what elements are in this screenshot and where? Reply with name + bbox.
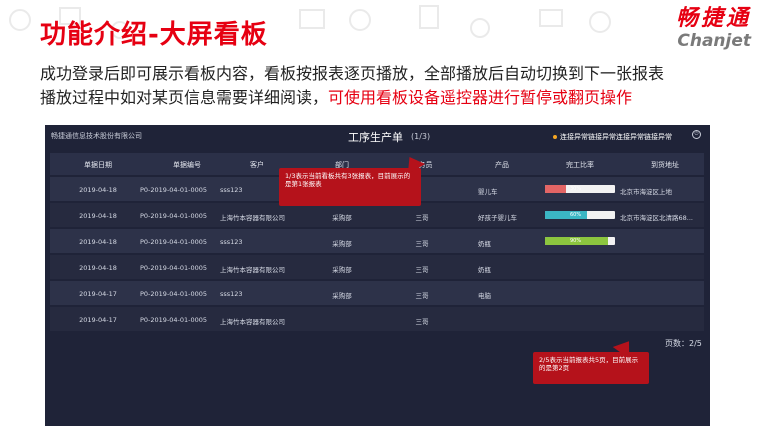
board-title: 工序生产单 [348, 131, 403, 144]
cell-code: P0-2019-04-01-0005 [140, 186, 208, 194]
progress-label: 30% [570, 186, 582, 192]
column-header: 到货地址 [651, 161, 679, 169]
completion-progress-bar: 30% [545, 185, 615, 193]
logo-english: Chanjet [677, 31, 751, 51]
completion-progress-bar: 60% [545, 211, 615, 219]
description-line-1: 成功登录后即可展示看板内容，看板按报表逐页播放，全部播放后自动切换到下一张报表 [40, 64, 665, 83]
cell-product: 电脑 [478, 292, 491, 300]
callout-report-count-text: 1/3表示当前看板共有3张报表，目前展示的是第1张报表 [285, 172, 411, 188]
cell-dept: 采购部 [332, 292, 352, 300]
cell-product: 奶瓶 [478, 240, 491, 248]
connection-alert: 连接异常链接异常连接异常链接异常 [553, 132, 672, 142]
cell-staff: 三哥 [415, 266, 429, 274]
cell-customer: 上海竹本容器有限公司 [220, 266, 285, 274]
callout-page-count-text: 2/5表示当前报表共5页，目前展示的是第2页 [539, 356, 639, 372]
board-page-indicator: (1/3) [411, 132, 431, 141]
progress-label: 90% [570, 238, 582, 244]
cell-product: 婴儿车 [478, 188, 498, 196]
table-row[interactable]: 2019-04-18 P0-2019-04-01-0005 sss123 采购部 三哥 奶… [50, 229, 704, 253]
pager: 页数：2/5 [665, 339, 702, 348]
cell-address: 北京市海淀区上地 [620, 188, 672, 196]
cell-address: 北京市海淀区北清路68... [620, 214, 693, 222]
chanjet-logo: 畅捷通 Chanjet [676, 6, 751, 50]
cell-staff: 三哥 [415, 292, 429, 300]
cell-staff: 三哥 [415, 318, 429, 326]
cell-staff: 三哥 [415, 214, 429, 222]
cell-date: 2019-04-18 [79, 238, 117, 246]
cell-code: P0-2019-04-01-0005 [140, 238, 208, 246]
cell-customer: sss123 [220, 186, 243, 194]
cell-code: P0-2019-04-01-0005 [140, 290, 208, 298]
board-header: 畅捷通信息技术股份有限公司 工序生产单 (1/3) 连接异常链接异常连接异常链接… [45, 125, 710, 149]
cell-customer: sss123 [220, 290, 243, 298]
progress-label: 60% [570, 212, 582, 218]
cell-code: P0-2019-04-01-0005 [140, 316, 208, 324]
table-row[interactable]: 2019-04-18 P0-2019-04-01-0005 上海竹本容器有限公司 采购… [50, 255, 704, 279]
company-name: 畅捷通信息技术股份有限公司 [51, 132, 142, 140]
column-header: 客户 [250, 161, 264, 169]
cell-code: P0-2019-04-01-0005 [140, 212, 208, 220]
description-line-2: 播放过程中如对某页信息需要详细阅读，可使用看板设备遥控器进行暂停或翻页操作 [40, 86, 760, 110]
cell-product: 好孩子婴儿车 [478, 214, 517, 222]
cell-dept: 采购部 [332, 266, 352, 274]
column-header: 产品 [495, 161, 509, 169]
description-highlight: 可使用看板设备遥控器进行暂停或翻页操作 [328, 88, 633, 107]
alert-dot-icon [553, 135, 557, 139]
callout-report-count: 1/3表示当前看板共有3张报表，目前展示的是第1张报表 [279, 168, 421, 206]
description-plain: 播放过程中如对某页信息需要详细阅读， [40, 88, 329, 107]
power-icon[interactable]: ⏻ [692, 130, 701, 139]
table-row[interactable]: 2019-04-17 P0-2019-04-01-0005 上海竹本容器有限公司 三哥 [50, 307, 704, 331]
table-row[interactable]: 2019-04-17 P0-2019-04-01-0005 sss123 采购部 三哥 电… [50, 281, 704, 305]
cell-date: 2019-04-18 [79, 186, 117, 194]
column-header: 单据编号 [173, 161, 201, 169]
cell-staff: 三哥 [415, 240, 429, 248]
cell-product: 奶瓶 [478, 266, 491, 274]
column-header: 单据日期 [84, 161, 112, 169]
cell-dept: 采购部 [332, 214, 352, 222]
table-row[interactable]: 2019-04-18 P0-2019-04-01-0005 上海竹本容器有限公司 采购… [50, 203, 704, 227]
slide-description: 成功登录后即可展示看板内容，看板按报表逐页播放，全部播放后自动切换到下一张报表 … [40, 62, 760, 110]
cell-date: 2019-04-17 [79, 316, 117, 324]
column-header: 完工比率 [566, 161, 594, 169]
cell-date: 2019-04-17 [79, 290, 117, 298]
cell-dept: 采购部 [332, 240, 352, 248]
cell-customer: 上海竹本容器有限公司 [220, 214, 285, 222]
cell-customer: 上海竹本容器有限公司 [220, 318, 285, 326]
logo-chinese: 畅捷通 [675, 6, 751, 31]
slide-title: 功能介绍-大屏看板 [40, 20, 268, 50]
cell-date: 2019-04-18 [79, 212, 117, 220]
cell-date: 2019-04-18 [79, 264, 117, 272]
cell-code: P0-2019-04-01-0005 [140, 264, 208, 272]
cell-customer: sss123 [220, 238, 243, 246]
callout-page-count: 2/5表示当前报表共5页，目前展示的是第2页 [533, 352, 649, 384]
completion-progress-bar: 90% [545, 237, 615, 245]
alert-text: 连接异常链接异常连接异常链接异常 [560, 133, 672, 141]
